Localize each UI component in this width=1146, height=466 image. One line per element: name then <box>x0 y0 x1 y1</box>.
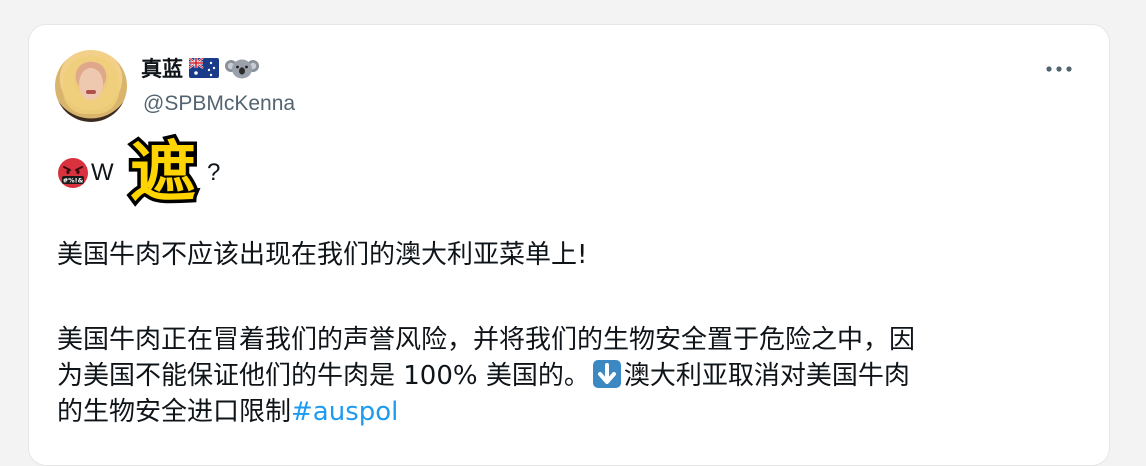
tweet-paragraph-2-line-2-after: 澳大利亚取消对美国牛肉 <box>623 361 910 391</box>
avatar[interactable] <box>55 50 127 122</box>
tweet-paragraph-2-line-3-text: 的生物安全进口限制 <box>57 397 292 427</box>
svg-text:#%!&: #%!& <box>63 177 84 185</box>
tweet-paragraph-2-line-3: 的生物安全进口限制#auspol <box>57 394 1097 430</box>
hashtag-auspol-link[interactable]: #auspol <box>291 397 398 427</box>
author-handle[interactable]: @SPBMcKenna <box>143 92 295 116</box>
tweet-paragraph-2-line-2-before: 为美国不能保证他们的牛肉是 100% 美国的。 <box>57 361 590 391</box>
tweet-first-line-tail: ? <box>207 159 221 186</box>
censor-sticker: 遮 <box>127 131 200 210</box>
tweet-card: 真蓝 @SPBMcKenna #%!& W 遮 ? 美国牛肉不应该出现在我们的澳… <box>28 24 1110 466</box>
tweet-paragraph-2-line-2: 为美国不能保证他们的牛肉是 100% 美国的。 澳大利亚取消对美国牛肉 <box>57 358 1097 394</box>
author-name-row[interactable]: 真蓝 <box>141 53 259 83</box>
tweet-paragraph-2: 美国牛肉正在冒着我们的声誉风险，并将我们的生物安全置于危险之中，因 为美国不能保… <box>57 322 1097 430</box>
face-with-symbols-on-mouth-icon: #%!& <box>58 158 88 188</box>
more-options-icon[interactable] <box>1043 59 1075 79</box>
down-arrow-icon <box>592 360 621 388</box>
koala-icon <box>225 59 259 79</box>
author-display-name[interactable]: 真蓝 <box>141 53 183 83</box>
australia-flag-icon <box>189 58 219 78</box>
tweet-paragraph-1: 美国牛肉不应该出现在我们的澳大利亚菜单上! <box>57 240 588 270</box>
tweet-first-line: #%!& W <box>57 153 114 193</box>
censor-sticker-text: 遮 <box>130 134 196 209</box>
tweet-paragraph-2-line-1: 美国牛肉正在冒着我们的声誉风险，并将我们的生物安全置于危险之中，因 <box>57 325 916 355</box>
tweet-first-line-lead: W <box>91 159 114 186</box>
